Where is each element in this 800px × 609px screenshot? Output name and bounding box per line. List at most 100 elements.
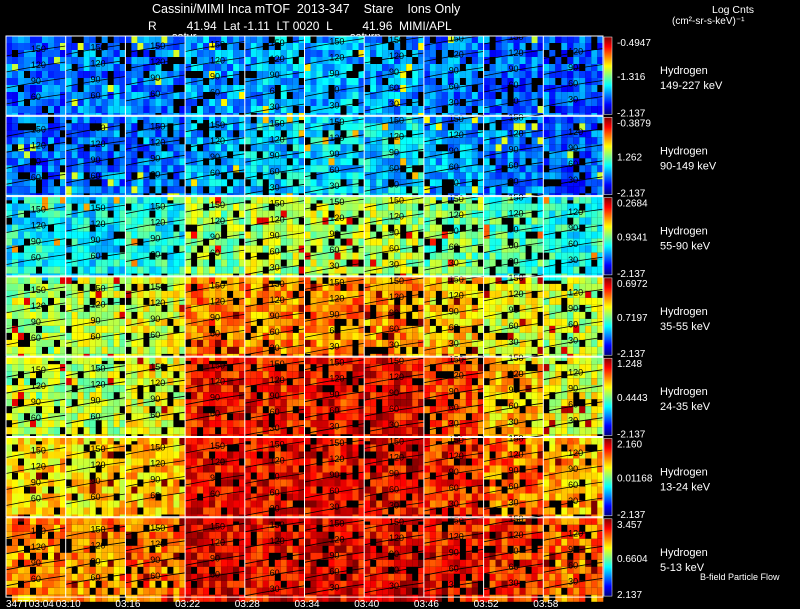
heatmap-cell (197, 137, 204, 145)
heatmap-cell (107, 392, 114, 400)
heatmap-cell (585, 36, 592, 43)
pitch-angle-label: 150 (329, 37, 344, 47)
heatmap-cell (316, 224, 323, 232)
heatmap-cell (441, 203, 448, 211)
heatmap-cell (18, 78, 24, 85)
heatmap-cell (256, 85, 263, 92)
heatmap-cell (495, 283, 502, 291)
heatmap-cell (233, 304, 240, 312)
heatmap-cell (30, 116, 36, 124)
pitch-angle-label: 150 (150, 121, 165, 131)
heatmap-cell (179, 357, 186, 365)
pitch-angle-label: 90 (389, 308, 399, 318)
heatmap-cell (179, 78, 186, 85)
heatmap-cell (30, 357, 36, 365)
heatmap-cell (543, 203, 550, 211)
heatmap-cell (316, 137, 323, 145)
heatmap-cell (495, 231, 502, 239)
heatmap-cell (12, 43, 18, 50)
heatmap-cell (316, 36, 323, 43)
heatmap-cell (400, 332, 407, 340)
heatmap-cell (292, 304, 299, 312)
heatmap-cell (519, 158, 526, 166)
heatmap-cell (173, 64, 180, 71)
heatmap-cell (591, 217, 598, 225)
heatmap-cell (71, 85, 78, 92)
heatmap-cell (83, 325, 90, 333)
pitch-angle-label: 150 (389, 276, 404, 286)
pitch-angle-label: 150 (449, 194, 464, 204)
heatmap-cell (244, 57, 251, 64)
heatmap-cell (531, 36, 538, 43)
heatmap-cell (244, 151, 251, 159)
heatmap-cell (441, 252, 448, 260)
heatmap-cell (531, 158, 538, 166)
pitch-angle-label: 120 (329, 133, 344, 143)
heatmap-cell (137, 283, 144, 291)
heatmap-cell (173, 231, 180, 239)
heatmap-cell (364, 99, 371, 106)
heatmap-cell (65, 158, 72, 166)
heatmap-cell (471, 186, 478, 194)
heatmap-cell (531, 106, 538, 113)
heatmap-cell (418, 266, 425, 274)
heatmap-cell (155, 50, 162, 57)
heatmap-cell (597, 186, 604, 194)
pitch-angle-label: 30 (508, 176, 518, 186)
heatmap-cell (54, 151, 60, 159)
heatmap-cell (48, 346, 54, 354)
colorbar (603, 117, 613, 195)
heatmap-cell (131, 71, 138, 78)
heatmap-cell (429, 196, 436, 204)
heatmap-cell (107, 311, 114, 319)
heatmap-cell (549, 283, 556, 291)
heatmap-cell (173, 186, 180, 194)
heatmap-cell (561, 43, 568, 50)
heatmap-cell (406, 64, 413, 71)
heatmap-cell (42, 392, 48, 400)
heatmap-cell (597, 36, 604, 43)
heatmap-cell (304, 50, 311, 57)
pitch-angle-label: 120 (449, 50, 464, 60)
heatmap-cell (292, 158, 299, 166)
heatmap-cell (83, 420, 90, 428)
heatmap-cell (465, 123, 472, 131)
heatmap-cell (60, 99, 66, 106)
heatmap-cell (465, 238, 472, 246)
pitch-angle-label: 60 (91, 331, 101, 341)
heatmap-cell (197, 196, 204, 204)
heatmap-cell (262, 78, 269, 85)
heatmap-cell (597, 245, 604, 253)
heatmap-cell (585, 217, 592, 225)
heatmap-cell (48, 392, 54, 400)
heatmap-cell (561, 238, 568, 246)
heatmap-cell (537, 339, 544, 347)
heatmap-cell (531, 217, 538, 225)
heatmap-cell (131, 406, 138, 414)
heatmap-cell (304, 318, 311, 326)
heatmap-cell (215, 339, 222, 347)
heatmap-cell (256, 210, 263, 218)
heatmap-cell (537, 123, 544, 131)
heatmap-cell (585, 85, 592, 92)
heatmap-cell (89, 266, 96, 274)
heatmap-cell (519, 64, 526, 71)
heatmap-cell (42, 36, 48, 43)
heatmap-cell (525, 106, 532, 113)
heatmap-cell (244, 36, 251, 43)
heatmap-cell (125, 57, 132, 64)
energy-range-label: 35-55 keV (660, 321, 711, 333)
heatmap-cell (471, 245, 478, 253)
heatmap-cell (537, 64, 544, 71)
heatmap-cell (531, 297, 538, 305)
heatmap-cell (483, 151, 490, 159)
heatmap-cell (489, 259, 496, 267)
heatmap-cell (197, 92, 204, 99)
heatmap-cell (60, 266, 66, 274)
heatmap-cell (483, 137, 490, 145)
heatmap-cell (316, 304, 323, 312)
heatmap-cell (298, 36, 305, 43)
heatmap-cell (125, 231, 132, 239)
heatmap-cell (489, 346, 496, 354)
heatmap-cell (280, 318, 287, 326)
